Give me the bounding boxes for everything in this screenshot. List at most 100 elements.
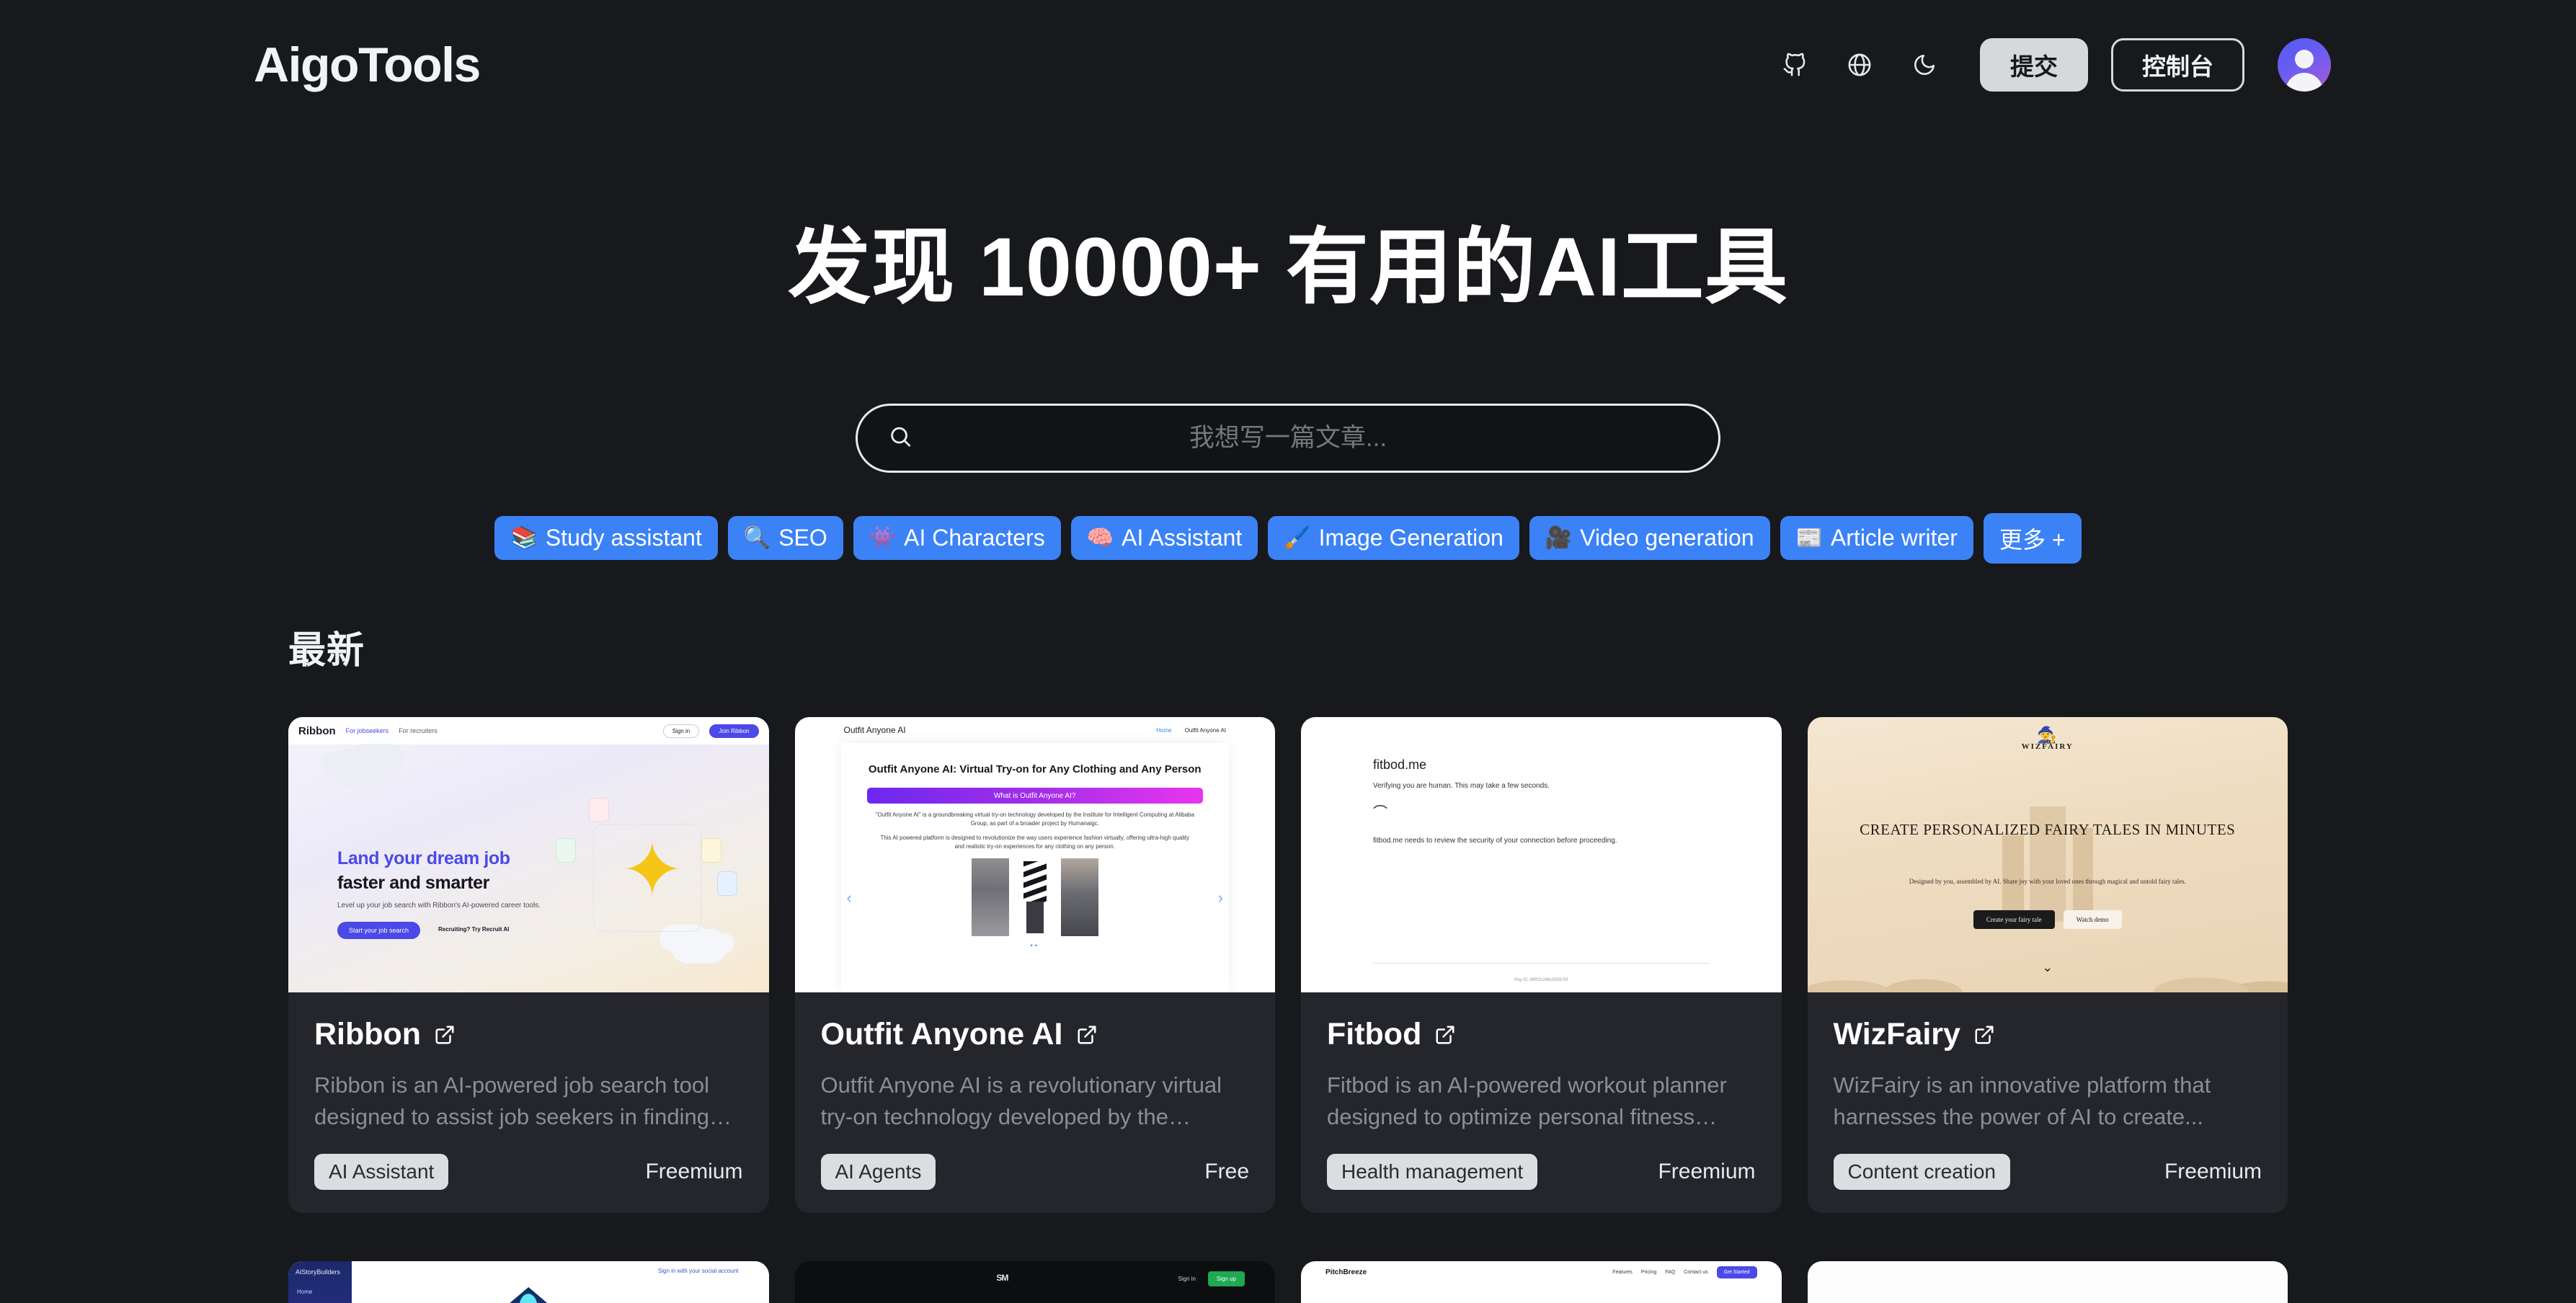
- sparkle-icon: ✦: [621, 829, 684, 912]
- card-footer: Content creation Freemium: [1833, 1154, 2262, 1190]
- category-badge[interactable]: AI Assistant: [314, 1154, 449, 1190]
- card-title: Ribbon: [314, 1017, 422, 1051]
- card-title-row: WizFairy: [1834, 1017, 2262, 1052]
- alien-icon: 👾: [869, 525, 897, 550]
- category-badge[interactable]: AI Agents: [820, 1154, 936, 1190]
- section-title: 最新: [288, 630, 365, 672]
- thumb-sidebar: AIStoryBuilders Home Install Documentati…: [288, 1261, 352, 1303]
- tag-label: Video generation: [1580, 525, 1754, 551]
- tool-card[interactable]: SM Sign in Sign up Your thoughts, like y…: [794, 1261, 1275, 1303]
- thumb-signin: Sign in: [662, 724, 700, 738]
- avatar[interactable]: [2278, 38, 2331, 92]
- site-logo[interactable]: AigoTools: [254, 40, 481, 89]
- avatar-head: [2295, 50, 2314, 68]
- tag-label: Article writer: [1830, 525, 1958, 551]
- card-body: Ribbon Ribbon is an AI-powered job searc…: [288, 992, 769, 1213]
- tag-ai-characters[interactable]: 👾 AI Characters: [853, 516, 1061, 561]
- thumb-cta: Start your job search: [337, 922, 421, 939]
- thumb-headline: CREATE PERSONALIZED FAIRY TALES IN MINUT…: [1860, 821, 2236, 838]
- tag-article-writer[interactable]: 📰 Article writer: [1780, 516, 1973, 561]
- thumb-cta: Get Started: [1716, 1266, 1757, 1278]
- card-title: WizFairy: [1833, 1017, 1960, 1051]
- latest-section: 最新 Ribbon For jobseekers For recruiters …: [0, 620, 2576, 1213]
- tag-ai-assistant[interactable]: 🧠 AI Assistant: [1070, 516, 1258, 561]
- thumb-site-logo: Outfit Anyone AI: [843, 725, 906, 735]
- tag-label: Study assistant: [545, 525, 702, 551]
- thumb-nav-item: Outfit Anyone AI: [1184, 726, 1226, 734]
- card-description: Fitbod is an AI-powered workout planner …: [1327, 1072, 1727, 1130]
- card-title-row: Ribbon: [314, 1017, 743, 1052]
- card-thumbnail: 🧙 WIZFAIRY CREATE PERSONALIZED FAIRY TAL…: [1807, 717, 2288, 992]
- category-badge[interactable]: Health management: [1327, 1154, 1538, 1190]
- search-bar[interactable]: [856, 403, 1720, 473]
- tool-card[interactable]: 🧙 WIZFAIRY CREATE PERSONALIZED FAIRY TAL…: [1807, 717, 2288, 1213]
- pricing-label: Freemium: [1658, 1160, 1756, 1183]
- tool-card[interactable]: Outfit Anyone AI Home Outfit Anyone AI O…: [794, 717, 1276, 1213]
- thumb-cta-row: Create your fairy tale Watch demo: [1808, 910, 2288, 929]
- magnifier-icon: 🔍: [743, 525, 771, 550]
- thumb-site-logo: AIStoryBuilders: [296, 1268, 341, 1276]
- thumb-cta: Create your fairy tale: [1973, 910, 2055, 929]
- header-actions: 提交 控制台: [1774, 38, 2331, 92]
- thumb-signup: Sign up: [1207, 1271, 1245, 1286]
- thumb-nav-item: FAQ: [1665, 1269, 1676, 1275]
- tool-card[interactable]: fitbod.me Verifying you are human. This …: [1301, 717, 1782, 1213]
- thumb-nav-item: For recruiters: [399, 727, 438, 734]
- tag-filter-list: 📚 Study assistant 🔍 SEO 👾 AI Characters …: [0, 512, 2576, 564]
- carousel-dots: ••: [1030, 942, 1039, 949]
- tag-video-generation[interactable]: 🎥 Video generation: [1529, 516, 1770, 561]
- tag-label: AI Assistant: [1122, 525, 1243, 551]
- tag-more[interactable]: 更多 +: [1983, 512, 2082, 564]
- search-input[interactable]: [858, 405, 1718, 471]
- tool-card[interactable]: PitchBreeze Features Pricing FAQ Contact…: [1301, 1261, 1782, 1303]
- thumb-headline: Land your dream job: [337, 848, 510, 868]
- submit-button[interactable]: 提交: [1980, 38, 2088, 92]
- github-icon[interactable]: [1774, 44, 1816, 86]
- tag-image-generation[interactable]: 🖌️ Image Generation: [1268, 516, 1519, 561]
- console-button[interactable]: 控制台: [2111, 38, 2244, 92]
- external-link-icon[interactable]: [1434, 1024, 1456, 1046]
- thumb-headline: faster and smarter: [337, 873, 489, 893]
- thumb-site-logo: PitchBreeze: [1325, 1268, 1367, 1276]
- mini-card-icon: [588, 798, 609, 822]
- card-body: WizFairy WizFairy is an innovative platf…: [1808, 992, 2288, 1213]
- thumb-nav-item: Home: [1156, 726, 1172, 734]
- tag-label: 更多 +: [1999, 526, 2066, 553]
- tag-label: AI Characters: [904, 525, 1045, 551]
- tool-card[interactable]: AIStoryBuilders Home Install Documentati…: [288, 1261, 769, 1303]
- thumb-paragraph: This AI powered platform is designed to …: [880, 835, 1190, 850]
- mini-card-icon: [701, 838, 721, 863]
- thumb-logo-graphic: [503, 1287, 554, 1303]
- tool-card[interactable]: [1807, 1261, 2288, 1303]
- thumb-navbar: Outfit Anyone AI Home Outfit Anyone AI: [795, 717, 1276, 743]
- card-title: Outfit Anyone AI: [820, 1017, 1063, 1051]
- category-badge[interactable]: Content creation: [1833, 1154, 2010, 1190]
- chevron-down-icon: ⌄: [2042, 960, 2053, 974]
- thumb-nav-item: For jobseekers: [345, 727, 389, 734]
- external-link-icon[interactable]: [434, 1024, 456, 1046]
- thumb-navbar: Ribbon For jobseekers For recruiters Sig…: [288, 717, 769, 744]
- paintbrush-icon: 🖌️: [1284, 525, 1311, 550]
- card-thumbnail: AIStoryBuilders Home Install Documentati…: [288, 1261, 769, 1303]
- tag-seo[interactable]: 🔍 SEO: [727, 516, 843, 561]
- mini-card-icon: [716, 871, 737, 896]
- thumb-line: Verifying you are human. This may take a…: [1373, 782, 1550, 790]
- card-body: Outfit Anyone AI Outfit Anyone AI is a r…: [795, 992, 1276, 1213]
- thumb-cta-secondary: Watch demo: [2063, 910, 2122, 929]
- card-description: Ribbon is an AI-powered job search tool …: [314, 1072, 709, 1130]
- tool-card[interactable]: Ribbon For jobseekers For recruiters Sig…: [288, 717, 769, 1213]
- search-icon: [888, 424, 912, 452]
- card-thumbnail: [1807, 1261, 2288, 1303]
- pricing-label: Freemium: [2164, 1160, 2262, 1183]
- wizard-icon: 🧙: [2037, 726, 2058, 744]
- card-title: Fitbod: [1327, 1017, 1422, 1051]
- external-link-icon[interactable]: [1076, 1024, 1098, 1046]
- card-thumbnail: fitbod.me Verifying you are human. This …: [1301, 717, 1782, 992]
- gallery-image: [971, 858, 1009, 936]
- moon-icon[interactable]: [1904, 44, 1945, 86]
- card-body: Fitbod Fitbod is an AI-powered workout p…: [1301, 992, 1782, 1213]
- tag-study-assistant[interactable]: 📚 Study assistant: [494, 516, 718, 561]
- external-link-icon[interactable]: [1973, 1024, 1995, 1046]
- globe-icon[interactable]: [1839, 44, 1880, 86]
- thumb-sub: Designed by you, assembled by AI. Share …: [1909, 878, 2186, 885]
